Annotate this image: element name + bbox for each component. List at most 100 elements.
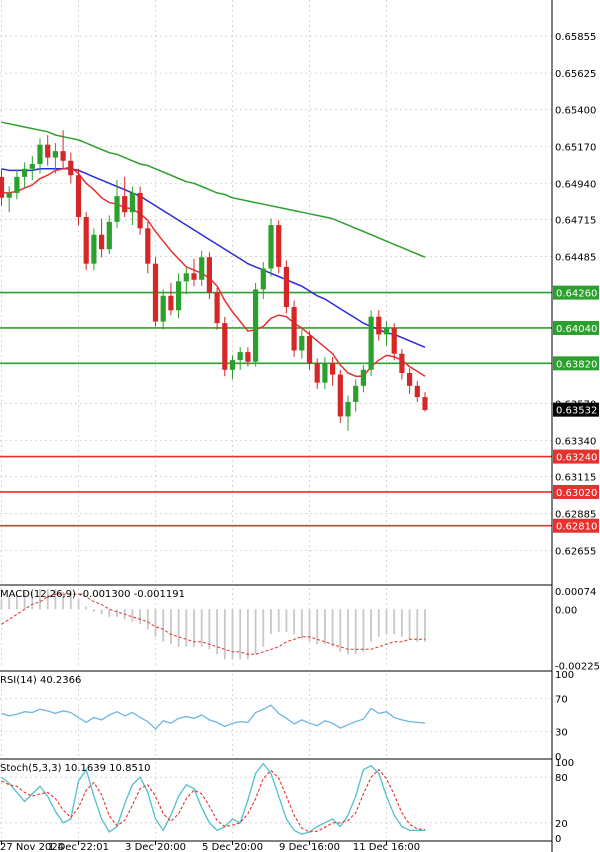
price-tick-label: 0.63115 xyxy=(555,473,596,484)
candle-body xyxy=(414,385,420,398)
macd-histogram-bar xyxy=(77,599,80,610)
candle-body xyxy=(214,292,220,324)
candle-body xyxy=(407,372,413,386)
stoch-tick-label: 100 xyxy=(555,758,574,769)
ma-slow-line xyxy=(1,121,426,258)
candle-body xyxy=(152,263,159,322)
macd-histogram-bar xyxy=(393,609,396,635)
stoch-tick-label: 20 xyxy=(555,819,568,830)
candle-body xyxy=(52,151,58,158)
support-level-label: 0.63240 xyxy=(556,453,597,464)
macd-histogram-bar xyxy=(146,609,149,630)
macd-panel: 0.000740.00-0.002252MACD(12,26,9) -0.001… xyxy=(0,587,600,673)
support-level-label: 0.63020 xyxy=(556,488,597,499)
macd-histogram-bar xyxy=(408,609,411,640)
candle-body xyxy=(83,217,89,264)
macd-tick-label: 0.00074 xyxy=(555,587,596,598)
price-tick-label: 0.65170 xyxy=(555,142,596,153)
macd-histogram-bar xyxy=(401,609,403,637)
candle-body xyxy=(330,363,336,375)
price-tick-label: 0.62655 xyxy=(555,547,596,558)
macd-histogram-bar xyxy=(424,609,426,642)
candle-body xyxy=(337,374,343,417)
macd-histogram-bar xyxy=(347,609,349,655)
candle-body xyxy=(360,369,366,386)
ma-mid-line xyxy=(1,168,426,348)
stoch-tick-label: 80 xyxy=(555,773,568,784)
candle-body xyxy=(176,281,182,311)
candle-body xyxy=(353,385,359,402)
candle-body xyxy=(68,160,74,176)
macd-histogram-bar xyxy=(93,609,95,612)
candle-body xyxy=(114,196,120,222)
time-tick-label: 1 Dec 22:01 xyxy=(48,842,109,852)
candle-body xyxy=(291,307,297,351)
candle-body xyxy=(306,336,313,364)
macd-histogram-bar xyxy=(300,609,303,640)
macd-histogram-bar xyxy=(223,609,226,660)
candle-body xyxy=(106,221,112,250)
candle-body xyxy=(268,225,274,269)
candle-body xyxy=(237,352,243,361)
candle-body xyxy=(260,268,266,290)
rsi-tick-label: 100 xyxy=(555,670,574,681)
candle-body xyxy=(191,273,197,280)
macd-histogram-bar xyxy=(116,609,118,617)
macd-histogram-bar xyxy=(0,599,3,610)
ma-fast-line xyxy=(1,166,426,377)
candle-body xyxy=(0,176,5,198)
candle-body xyxy=(276,225,282,267)
forex-chart: 0.65855 0.65625 0.65400 0.65170 0.64940 0.647… xyxy=(0,0,600,852)
candle-body xyxy=(199,257,205,280)
candle-body xyxy=(422,397,428,410)
price-tick-label: 0.64485 xyxy=(555,252,596,263)
macd-histogram-bar xyxy=(324,609,326,645)
candle-body xyxy=(75,175,82,218)
candle-body xyxy=(391,327,397,354)
candle-body xyxy=(383,327,390,335)
macd-histogram-bar xyxy=(285,609,288,632)
candle-body xyxy=(91,234,97,264)
candle-body xyxy=(45,144,51,158)
time-tick-label: 9 Dec 16:00 xyxy=(279,842,340,852)
macd-histogram-bar xyxy=(239,609,242,660)
candle-body xyxy=(60,151,66,161)
macd-histogram-bar xyxy=(270,609,272,635)
candle-body xyxy=(122,196,128,213)
macd-histogram-bar xyxy=(354,609,357,655)
macd-histogram-bar xyxy=(131,609,134,622)
candle-body xyxy=(322,363,328,383)
support-level-label: 0.62810 xyxy=(556,522,597,533)
candle-body xyxy=(368,316,374,370)
resistance-level-label: 0.63820 xyxy=(556,359,597,370)
candle-body xyxy=(299,336,305,351)
candle-body xyxy=(229,360,236,370)
macd-histogram-bar xyxy=(154,609,157,637)
macd-tick-label: 0.00 xyxy=(555,605,577,616)
candle-body xyxy=(160,295,166,322)
macd-histogram-bar xyxy=(139,609,141,625)
macd-histogram-bar xyxy=(85,606,88,610)
candle-body xyxy=(399,353,405,373)
resistance-level-label: 0.64040 xyxy=(556,324,597,335)
rsi-tick-label: 30 xyxy=(555,727,568,738)
candle-body xyxy=(314,363,320,383)
current-price-label: 0.63532 xyxy=(556,406,597,417)
macd-histogram-bar xyxy=(277,609,280,632)
stoch-title: Stoch(5,3,3) 10.1639 10.8510 xyxy=(0,763,151,774)
macd-histogram-bar xyxy=(247,609,249,660)
time-axis: 27 Nov 20241 Dec 22:01 3 Dec 20:00 5 Dec 2… xyxy=(0,841,420,852)
price-tick-label: 0.64715 xyxy=(555,215,596,226)
stoch-panel: 100 80 20 0 Stoch(5,3,3) 10.1639 10.8510 xyxy=(0,758,574,845)
price-tick-label: 0.64940 xyxy=(555,179,596,190)
time-tick-label: 5 Dec 20:00 xyxy=(202,842,263,852)
macd-histogram-bar xyxy=(208,609,211,650)
candle-body xyxy=(222,323,228,370)
candle-body xyxy=(37,144,43,164)
candle-body xyxy=(22,168,28,177)
candle-body xyxy=(283,266,289,308)
macd-histogram-bar xyxy=(362,609,365,652)
candle-body xyxy=(99,234,105,250)
macd-histogram-bar xyxy=(370,609,372,642)
macd-histogram-bar xyxy=(162,609,165,642)
